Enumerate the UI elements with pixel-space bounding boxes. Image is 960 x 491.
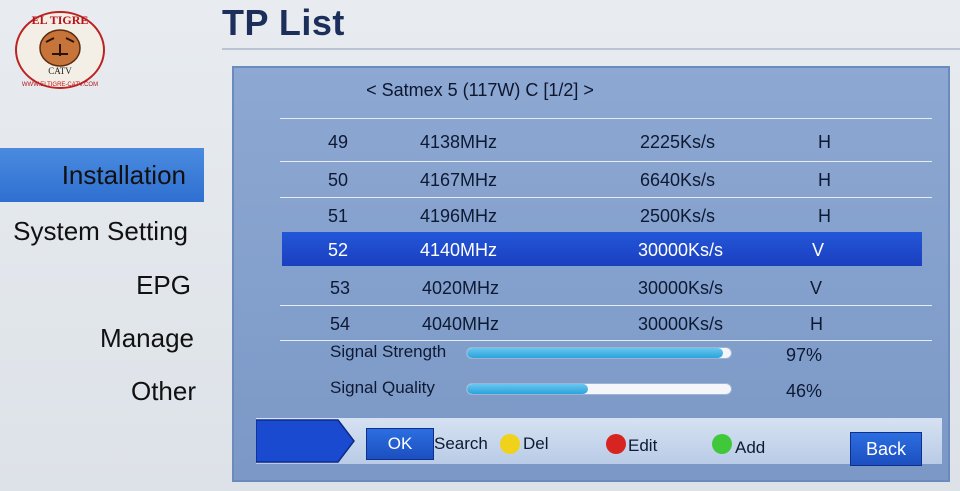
tp-row-53[interactable]: 53 4020MHz 30000Ks/s V bbox=[280, 270, 932, 304]
tp-frequency: 4140MHz bbox=[420, 240, 498, 260]
footer-arrow-icon bbox=[256, 419, 355, 463]
tp-number: 50 bbox=[328, 170, 349, 190]
tv-menu-screen: EL TIGRE CATV WWW.ELTIGRE-CATV.COM TP Li… bbox=[0, 0, 960, 491]
yellow-key-icon[interactable] bbox=[500, 434, 520, 454]
tp-symbol-rate: 2500Ks/s bbox=[640, 206, 716, 226]
tp-frequency: 4167MHz bbox=[420, 170, 498, 190]
satellite-header-label: < Satmex 5 (117W) C [1/2] > bbox=[366, 80, 594, 100]
tp-symbol-rate: 6640Ks/s bbox=[640, 170, 716, 190]
search-label: Search bbox=[434, 434, 488, 453]
tp-polarization: V bbox=[810, 278, 823, 298]
tp-row-54[interactable]: 54 4040MHz 30000Ks/s H bbox=[280, 306, 932, 340]
tp-polarization: H bbox=[818, 132, 831, 152]
green-key-icon[interactable] bbox=[712, 434, 732, 454]
sidebar-item-other[interactable]: Other bbox=[0, 376, 196, 407]
tp-number: 52 bbox=[328, 240, 349, 260]
tp-number: 51 bbox=[328, 206, 349, 226]
back-button[interactable]: Back bbox=[850, 432, 922, 466]
sidebar-item-installation[interactable]: Installation bbox=[0, 160, 186, 191]
footer-bar bbox=[256, 418, 942, 464]
signal-quality-label: Signal Quality bbox=[330, 378, 435, 397]
tp-row-52-selected[interactable]: 52 4140MHz 30000Ks/s V bbox=[282, 232, 922, 266]
signal-strength-bar bbox=[466, 347, 732, 359]
signal-quality-percent: 46% bbox=[786, 381, 823, 401]
tp-symbol-rate: 30000Ks/s bbox=[638, 278, 724, 298]
tp-polarization: H bbox=[818, 206, 831, 226]
tp-row-51[interactable]: 51 4196MHz 2500Ks/s H bbox=[280, 198, 932, 232]
title-divider bbox=[222, 48, 960, 50]
logo-sub: CATV bbox=[48, 66, 72, 76]
tp-symbol-rate: 2225Ks/s bbox=[640, 132, 716, 152]
tp-polarization: H bbox=[810, 314, 823, 334]
sidebar-item-epg[interactable]: EPG bbox=[0, 270, 191, 301]
tp-row-50[interactable]: 50 4167MHz 6640Ks/s H bbox=[280, 162, 932, 196]
tp-frequency: 4196MHz bbox=[420, 206, 498, 226]
satellite-selector[interactable]: < Satmex 5 (117W) C [1/2] > bbox=[0, 80, 960, 101]
signal-strength-fill bbox=[467, 348, 724, 358]
row-divider bbox=[280, 340, 932, 341]
signal-quality-bar bbox=[466, 383, 732, 395]
tp-number: 54 bbox=[330, 314, 351, 334]
tp-number: 49 bbox=[328, 132, 349, 152]
edit-label: Edit bbox=[628, 436, 658, 455]
tp-polarization: V bbox=[812, 240, 825, 260]
tp-row-49[interactable]: 49 4138MHz 2225Ks/s H bbox=[280, 124, 932, 158]
tp-frequency: 4040MHz bbox=[422, 314, 500, 334]
signal-quality-fill bbox=[467, 384, 589, 394]
ok-button[interactable]: OK bbox=[366, 428, 434, 460]
logo-name: EL TIGRE bbox=[32, 13, 89, 27]
signal-strength-label: Signal Strength bbox=[330, 342, 447, 361]
tp-frequency: 4138MHz bbox=[420, 132, 498, 152]
tp-symbol-rate: 30000Ks/s bbox=[638, 240, 724, 260]
tp-number: 53 bbox=[330, 278, 351, 298]
page-title: TP List bbox=[222, 2, 345, 43]
red-key-icon[interactable] bbox=[606, 434, 626, 454]
signal-strength-percent: 97% bbox=[786, 345, 823, 365]
row-divider bbox=[280, 118, 932, 119]
tp-polarization: H bbox=[818, 170, 831, 190]
del-label: Del bbox=[523, 434, 549, 453]
sidebar-item-system-setting[interactable]: System Setting bbox=[0, 216, 188, 247]
tp-frequency: 4020MHz bbox=[422, 278, 500, 298]
tp-symbol-rate: 30000Ks/s bbox=[638, 314, 724, 334]
sidebar-item-manage[interactable]: Manage bbox=[0, 323, 194, 354]
add-label: Add bbox=[735, 438, 766, 457]
